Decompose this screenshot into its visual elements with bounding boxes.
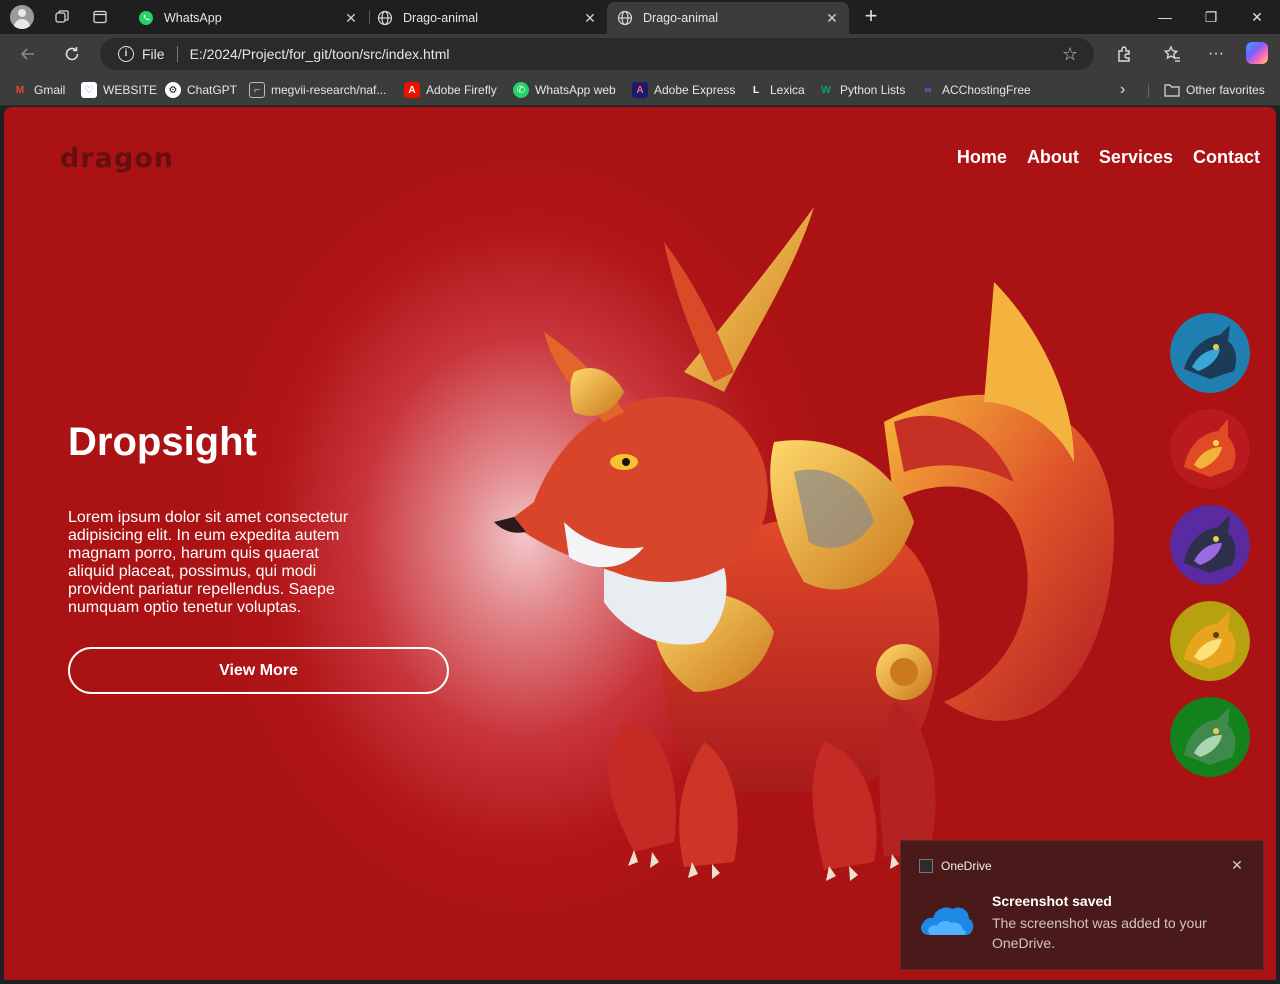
bookmark-lexica[interactable]: L Lexica (748, 81, 805, 99)
tab-strip: WhatsApp ✕ Drago-animal ✕ Drago-animal ✕… (0, 0, 1280, 34)
more-options-icon[interactable]: ··· (1204, 42, 1228, 66)
bookmark-website[interactable]: ♡ WEBSITE (81, 81, 157, 99)
bookmark-label: Python Lists (840, 83, 906, 97)
bookmark-label: Other favorites (1186, 83, 1265, 97)
bookmark-label: WhatsApp web (535, 83, 616, 97)
bookmarks-bar: M Gmail ♡ WEBSITE ⚙ ChatGPT ⌐ megvii-res… (0, 74, 1280, 106)
workspaces-icon[interactable] (54, 9, 70, 25)
new-tab-button[interactable]: + (860, 5, 882, 28)
thumbnail-yellow-dragon[interactable] (1170, 601, 1250, 681)
info-icon[interactable]: i (118, 46, 134, 62)
acc-icon: ∞ (924, 84, 932, 96)
close-window-button[interactable]: ✕ (1234, 0, 1280, 34)
bookmark-megvii[interactable]: ⌐ megvii-research/naf... (249, 81, 386, 99)
folder-icon (1164, 82, 1180, 98)
tab-drago-animal-1[interactable]: Drago-animal ✕ (367, 2, 607, 34)
lexica-icon: L (752, 84, 760, 96)
url-divider (176, 46, 178, 62)
globe-icon (617, 10, 633, 26)
toast-app-name: OneDrive (941, 859, 992, 873)
bookmark-label: megvii-research/naf... (271, 83, 387, 97)
nav-about[interactable]: About (1027, 147, 1079, 168)
bookmark-separator (1148, 84, 1149, 98)
whatsapp-icon: ✆ (513, 82, 529, 98)
nav-contact[interactable]: Contact (1193, 147, 1260, 168)
browser-toolbar: i File E:/2024/Project/for_git/toon/src/… (0, 34, 1280, 74)
profile-avatar-icon[interactable] (10, 5, 34, 29)
adobe-icon: A (404, 82, 420, 98)
restore-button[interactable]: ❐ (1188, 0, 1234, 34)
hero-title: Dropsight (68, 420, 257, 464)
vertical-tabs-icon[interactable] (92, 9, 108, 25)
tab-title: Drago-animal (403, 11, 479, 25)
gmail-icon: M (15, 84, 25, 96)
adobe-express-icon: A (632, 82, 648, 98)
nav-home[interactable]: Home (957, 147, 1007, 168)
bookmark-adobe-express[interactable]: A Adobe Express (632, 81, 735, 99)
main-nav: Home About Services Contact (957, 147, 1260, 168)
address-bar[interactable]: i File E:/2024/Project/for_git/toon/src/… (100, 38, 1094, 70)
extensions-icon[interactable] (1112, 42, 1136, 66)
copilot-icon[interactable] (1246, 42, 1268, 64)
favorite-star-icon[interactable]: ☆ (1060, 44, 1080, 64)
thumbnail-purple-dragon[interactable] (1170, 505, 1250, 585)
bookmark-other-favorites[interactable]: Other favorites (1164, 81, 1265, 99)
bookmark-label: Gmail (34, 83, 66, 97)
chevron-right-icon[interactable]: › (1120, 81, 1125, 99)
toast-app-header: OneDrive (919, 859, 992, 873)
w3-icon: W (821, 84, 831, 96)
bookmark-chatgpt[interactable]: ⚙ ChatGPT (165, 81, 237, 99)
thumbnail-blue-dragon[interactable] (1170, 313, 1250, 393)
site-logo[interactable]: dragon (60, 143, 174, 174)
back-arrow-icon[interactable] (16, 42, 40, 66)
dragon-fox-illustration (494, 207, 1114, 881)
tab-drago-animal-2[interactable]: Drago-animal ✕ (607, 2, 849, 34)
bookmark-label: WEBSITE (103, 83, 158, 97)
tab-close-icon[interactable]: ✕ (583, 11, 597, 25)
bookmark-label: Adobe Firefly (426, 83, 497, 97)
toast-body: The screenshot was added to your OneDriv… (992, 915, 1207, 951)
view-more-button[interactable]: View More (68, 647, 449, 694)
close-icon[interactable]: ✕ (1229, 857, 1245, 873)
minimize-button[interactable]: — (1142, 0, 1188, 34)
bookmark-label: Adobe Express (654, 83, 736, 97)
onedrive-notification[interactable]: OneDrive ✕ Screenshot saved The screensh… (900, 840, 1264, 970)
bookmark-label: ChatGPT (187, 83, 238, 97)
tab-title: Drago-animal (643, 11, 719, 25)
refresh-icon[interactable] (60, 42, 84, 66)
bookmark-python-lists[interactable]: W Python Lists (818, 81, 905, 99)
thumbnail-red-dragon[interactable] (1170, 409, 1250, 489)
hero-description: Lorem ipsum dolor sit amet consectetur a… (68, 509, 349, 616)
globe-icon (377, 10, 393, 26)
thumbnail-green-dragon[interactable] (1170, 697, 1250, 777)
bookmark-label: Lexica (770, 83, 805, 97)
bookmark-adobe-firefly[interactable]: A Adobe Firefly (404, 81, 497, 99)
nav-services[interactable]: Services (1099, 147, 1173, 168)
favorites-icon[interactable] (1160, 42, 1184, 66)
chatgpt-icon: ⚙ (165, 82, 181, 98)
tab-close-icon[interactable]: ✕ (825, 11, 839, 25)
tab-whatsapp[interactable]: WhatsApp ✕ (128, 2, 368, 34)
tab-title: WhatsApp (164, 11, 222, 25)
url-scheme: File (142, 46, 165, 62)
bookmark-label: ACChostingFree (942, 83, 1031, 97)
toast-title: Screenshot saved (992, 893, 1112, 909)
bracket-icon: ⌐ (249, 82, 265, 98)
bookmark-whatsapp-web[interactable]: ✆ WhatsApp web (513, 81, 616, 99)
url-text[interactable]: E:/2024/Project/for_git/toon/src/index.h… (190, 46, 1060, 62)
whatsapp-icon (138, 10, 154, 26)
website-icon: ♡ (81, 82, 97, 98)
tab-close-icon[interactable]: ✕ (344, 11, 358, 25)
bookmark-gmail[interactable]: M Gmail (12, 81, 66, 99)
bookmark-acchostingfree[interactable]: ∞ ACChostingFree (920, 81, 1031, 99)
cloud-icon (921, 907, 974, 935)
onedrive-app-icon (919, 859, 933, 873)
